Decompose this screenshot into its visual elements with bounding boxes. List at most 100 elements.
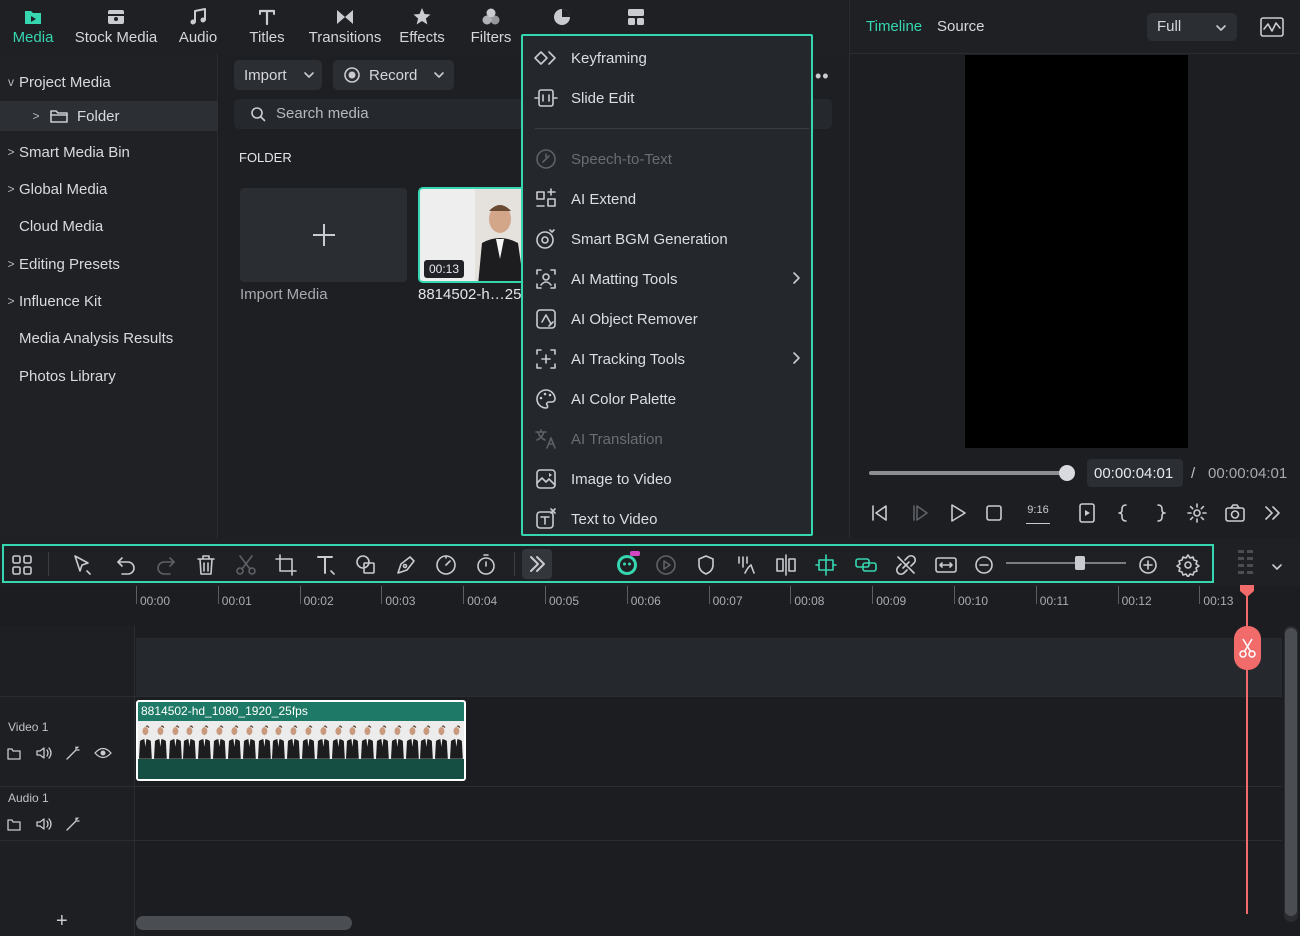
audio-beat-icon[interactable]: [734, 553, 758, 577]
record-button[interactable]: Record: [333, 60, 454, 90]
grid-layout-icon[interactable]: [10, 553, 34, 577]
tab-effects[interactable]: Effects: [396, 6, 448, 50]
more-options-icon[interactable]: ••: [815, 66, 830, 87]
speed-icon[interactable]: [434, 553, 458, 577]
zoom-slider-track[interactable]: [1006, 562, 1126, 564]
menu-item-ai-extend[interactable]: AI Extend: [523, 179, 811, 219]
track-height-handle-icon[interactable]: [1236, 548, 1256, 578]
mark-in-icon[interactable]: [1112, 502, 1134, 524]
horizontal-scrollbar[interactable]: [136, 916, 352, 930]
waveform-scope-icon[interactable]: [1259, 16, 1285, 38]
vertical-scrollbar-track[interactable]: [1284, 626, 1298, 922]
tab-source[interactable]: Source: [937, 18, 985, 35]
preview-progress-track[interactable]: [869, 471, 1069, 475]
chevron-down-icon[interactable]: [1271, 563, 1283, 571]
sidebar-item-smart-media-bin[interactable]: > Smart Media Bin: [0, 136, 218, 168]
settings-icon[interactable]: [1176, 553, 1200, 577]
speaker-icon[interactable]: [35, 816, 53, 832]
crop-icon[interactable]: [274, 553, 298, 577]
text-icon[interactable]: [314, 553, 338, 577]
tab-titles[interactable]: Titles: [245, 6, 289, 50]
snap-icon[interactable]: [814, 553, 838, 577]
link-clip-icon[interactable]: [854, 553, 878, 577]
speaker-icon[interactable]: [35, 745, 53, 761]
sidebar-item-cloud-media[interactable]: Cloud Media: [0, 210, 218, 242]
auto-reframe-icon[interactable]: [654, 553, 678, 577]
import-media-tile[interactable]: [240, 188, 407, 282]
fit-width-icon[interactable]: [934, 553, 958, 577]
add-track-button[interactable]: +: [56, 910, 68, 933]
menu-item-ai-color-palette[interactable]: AI Color Palette: [523, 379, 811, 419]
preview-settings-icon[interactable]: [1186, 502, 1208, 524]
menu-item-ai-matting-tools[interactable]: AI Matting Tools: [523, 259, 811, 299]
ai-mascot-icon[interactable]: [614, 551, 640, 577]
empty-track-lane[interactable]: [136, 638, 1282, 696]
menu-item-text-to-video[interactable]: Text to Video: [523, 499, 811, 539]
timer-icon[interactable]: [474, 553, 498, 577]
sidebar-item-media-analysis-results[interactable]: Media Analysis Results: [0, 322, 218, 354]
playhead-split-handle[interactable]: [1234, 626, 1261, 670]
magic-wand-icon[interactable]: [64, 816, 82, 832]
video-clip[interactable]: 8814502-hd_1080_1920_25fps: [136, 700, 466, 781]
previous-frame-icon[interactable]: [869, 502, 891, 524]
zoom-slider-handle[interactable]: [1075, 556, 1086, 570]
render-preview-icon[interactable]: [1076, 502, 1098, 524]
split-scissors-icon[interactable]: [234, 553, 258, 577]
play-icon[interactable]: [946, 502, 968, 524]
menu-item-smart-bgm-generation[interactable]: Smart BGM Generation: [523, 219, 811, 259]
menu-item-ai-tracking-tools[interactable]: AI Tracking Tools: [523, 339, 811, 379]
undo-icon[interactable]: [114, 553, 138, 577]
timeline-ruler[interactable]: 00:00 00:01 00:02 00:03 00:04 00:05 00:06 00:07…: [136, 586, 1300, 626]
sidebar-item-folder[interactable]: > Folder: [0, 101, 218, 131]
aspect-ratio-button[interactable]: 9:16: [1026, 504, 1050, 524]
select-arrow-icon[interactable]: [70, 553, 94, 577]
ruler-tick-label: 00:10: [958, 594, 989, 608]
import-button[interactable]: Import: [234, 60, 322, 90]
folder-heading: FOLDER: [239, 150, 292, 165]
sidebar-item-editing-presets[interactable]: > Editing Presets: [0, 248, 218, 280]
current-time-field[interactable]: 00:00:04:01: [1087, 459, 1183, 487]
pen-icon[interactable]: [394, 553, 418, 577]
stop-icon[interactable]: [983, 502, 1005, 524]
folder-lock-icon[interactable]: [6, 745, 22, 761]
eye-icon[interactable]: [94, 745, 112, 761]
mark-out-icon[interactable]: [1150, 502, 1172, 524]
menu-item-speech-to-text[interactable]: Speech-to-Text: [523, 139, 811, 179]
next-frame-icon[interactable]: [909, 502, 931, 524]
menu-item-slide-edit[interactable]: Slide Edit: [523, 78, 811, 118]
tab-media[interactable]: Media: [10, 6, 56, 50]
filmstrip-frame: [419, 721, 435, 759]
quality-select[interactable]: Full: [1147, 13, 1237, 41]
menu-item-ai-object-remover[interactable]: AI Object Remover: [523, 299, 811, 339]
sidebar-item-project-media[interactable]: v Project Media: [0, 66, 218, 98]
shape-icon[interactable]: [354, 553, 378, 577]
sidebar-item-global-media[interactable]: > Global Media: [0, 173, 218, 205]
zoom-in-icon[interactable]: [1136, 553, 1160, 577]
zoom-out-icon[interactable]: [972, 553, 996, 577]
tab-audio[interactable]: Audio: [176, 6, 220, 50]
redo-icon[interactable]: [154, 553, 178, 577]
sidebar-item-influence-kit[interactable]: > Influence Kit: [0, 285, 218, 317]
mirror-icon[interactable]: [774, 553, 798, 577]
vertical-scrollbar-thumb[interactable]: [1285, 628, 1297, 916]
menu-item-image-to-video[interactable]: Image to Video: [523, 459, 811, 499]
tab-transitions[interactable]: Transitions: [305, 6, 385, 50]
folder-lock-icon[interactable]: [6, 816, 22, 832]
magic-wand-icon[interactable]: [64, 745, 82, 761]
expand-chevrons-icon[interactable]: [1261, 502, 1283, 524]
shield-icon[interactable]: [694, 553, 718, 577]
tab-stock-media[interactable]: Stock Media: [72, 6, 160, 50]
delete-icon[interactable]: [194, 553, 218, 577]
tab-timeline[interactable]: Timeline: [866, 18, 922, 35]
unlink-icon[interactable]: [894, 553, 918, 577]
tab-filters[interactable]: Filters: [466, 6, 516, 50]
color-palette-icon: [536, 389, 556, 409]
media-clip-thumbnail[interactable]: 00:13: [418, 187, 528, 283]
snapshot-camera-icon[interactable]: [1224, 502, 1246, 524]
sidebar-item-photos-library[interactable]: Photos Library: [0, 360, 218, 392]
menu-item-keyframing[interactable]: Keyframing: [523, 38, 811, 78]
preview-progress-handle[interactable]: [1059, 465, 1075, 481]
menu-item-ai-translation[interactable]: AI Translation: [523, 419, 811, 459]
playhead-marker[interactable]: [1239, 584, 1255, 598]
more-tools-button[interactable]: [522, 549, 552, 579]
